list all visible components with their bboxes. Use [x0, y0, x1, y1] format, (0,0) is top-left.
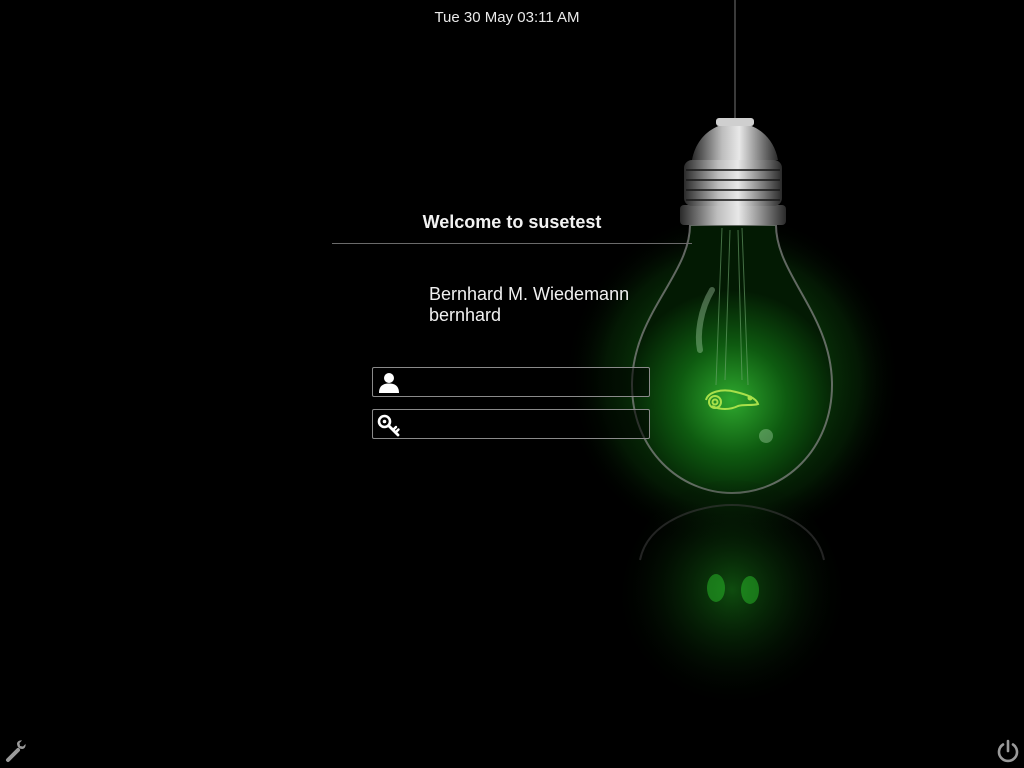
selected-user[interactable]: Bernhard M. Wiedemann bernhard [429, 284, 629, 326]
password-input[interactable] [405, 412, 649, 438]
password-field[interactable] [372, 409, 650, 439]
user-login-name: bernhard [429, 305, 502, 325]
power-icon [997, 739, 1019, 763]
login-screen: Tue 30 May 03:11 AM Welcome to susetest … [0, 0, 1024, 768]
wrench-icon [6, 740, 26, 762]
user-icon [379, 373, 399, 393]
welcome-title: Welcome to susetest [422, 212, 602, 232]
divider [332, 243, 692, 244]
power-button[interactable] [995, 738, 1021, 764]
key-icon [377, 414, 400, 437]
username-input[interactable] [405, 370, 649, 396]
user-fullname: Bernhard M. Wiedemann [429, 284, 630, 304]
settings-button[interactable] [4, 738, 30, 764]
username-field[interactable] [372, 367, 650, 397]
clock: Tue 30 May 03:11 AM [434, 9, 580, 26]
